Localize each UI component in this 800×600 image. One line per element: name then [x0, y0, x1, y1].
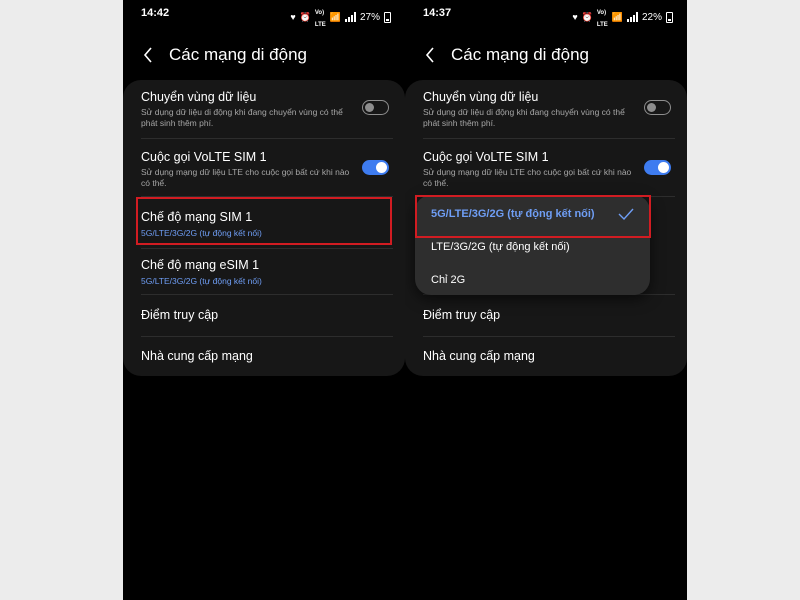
status-time: 14:37	[423, 7, 452, 19]
setting-description: Sử dụng mạng dữ liệu LTE cho cuộc gọi bấ…	[423, 167, 632, 188]
setting-description: Sử dụng dữ liệu di động khi đang chuyển …	[141, 107, 343, 128]
setting-title: Chế độ mạng eSIM 1	[141, 258, 260, 272]
volte-toggle[interactable]	[362, 160, 389, 175]
signal-icon	[344, 12, 356, 22]
setting-access-point[interactable]: Điểm truy cập	[423, 308, 675, 322]
page-title: Các mạng di động	[451, 45, 589, 64]
wifi-icon: 📶	[611, 12, 623, 22]
setting-volte-sim1[interactable]: Cuộc gọi VoLTE SIM 1 Sử dụng mạng dữ liệ…	[423, 150, 675, 189]
volte-toggle[interactable]	[644, 160, 671, 175]
setting-data-roaming[interactable]: Chuyển vùng dữ liệu Sử dụng dữ liệu di đ…	[141, 90, 393, 129]
setting-description: Sử dụng mạng dữ liệu LTE cho cuộc gọi bấ…	[141, 167, 350, 188]
volte-icon: Vo) LTE	[596, 10, 608, 28]
battery-icon	[384, 11, 391, 23]
setting-title: Nhà cung cấp mạng	[423, 349, 535, 363]
setting-title: Chuyển vùng dữ liệu	[423, 90, 539, 104]
divider	[423, 336, 675, 337]
alarm-icon: ⏰	[299, 12, 311, 22]
setting-access-point[interactable]: Điểm truy cập	[141, 308, 393, 322]
battery-icon	[666, 11, 673, 23]
data-roaming-toggle[interactable]	[644, 100, 671, 115]
setting-data-roaming[interactable]: Chuyển vùng dữ liệu Sử dụng dữ liệu di đ…	[423, 90, 675, 129]
status-time: 14:42	[141, 7, 170, 19]
app-header: Các mạng di động	[137, 42, 391, 68]
network-mode-option-lte[interactable]: LTE/3G/2G (tự động kết nối)	[431, 241, 570, 253]
status-bar: 14:42 ♥ ⏰ Vo) LTE 📶 27%	[123, 0, 405, 28]
data-roaming-toggle[interactable]	[362, 100, 389, 115]
network-mode-option-2g[interactable]: Chỉ 2G	[431, 274, 465, 286]
setting-network-operator[interactable]: Nhà cung cấp mạng	[141, 349, 393, 363]
signal-icon	[626, 12, 638, 22]
setting-title: Điểm truy cập	[423, 308, 501, 322]
setting-volte-sim1[interactable]: Cuộc gọi VoLTE SIM 1 Sử dụng mạng dữ liệ…	[141, 150, 393, 189]
highlight-box	[415, 195, 651, 238]
divider	[423, 138, 675, 139]
setting-network-mode-esim1[interactable]: Chế độ mạng eSIM 1 5G/LTE/3G/2G (tự động…	[141, 258, 393, 286]
setting-title: Cuộc gọi VoLTE SIM 1	[141, 150, 267, 164]
heart-icon: ♥	[290, 12, 296, 22]
volte-icon: Vo) LTE	[314, 10, 326, 28]
divider	[141, 138, 393, 139]
setting-description: Sử dụng dữ liệu di động khi đang chuyển …	[423, 107, 625, 128]
setting-value: 5G/LTE/3G/2G (tự động kết nối)	[141, 276, 262, 286]
app-header: Các mạng di động	[419, 42, 673, 68]
setting-title: Điểm truy cập	[141, 308, 219, 322]
wifi-icon: 📶	[329, 12, 341, 22]
alarm-icon: ⏰	[581, 12, 593, 22]
setting-network-operator[interactable]: Nhà cung cấp mạng	[423, 349, 675, 363]
setting-title: Chuyển vùng dữ liệu	[141, 90, 257, 104]
back-arrow-icon[interactable]	[137, 44, 159, 66]
battery-percent: 27%	[359, 11, 380, 23]
divider	[141, 336, 393, 337]
divider	[141, 248, 393, 249]
page-title: Các mạng di động	[169, 45, 307, 64]
setting-title: Cuộc gọi VoLTE SIM 1	[423, 150, 549, 164]
back-arrow-icon[interactable]	[419, 44, 441, 66]
battery-percent: 22%	[641, 11, 662, 23]
status-bar: 14:37 ♥ ⏰ Vo) LTE 📶 22%	[405, 0, 687, 28]
setting-title: Nhà cung cấp mạng	[141, 349, 253, 363]
phone-screen-left: 14:42 ♥ ⏰ Vo) LTE 📶 27% Các mạng di động …	[123, 0, 405, 600]
phone-screen-right: 14:37 ♥ ⏰ Vo) LTE 📶 22% Các mạng di động …	[405, 0, 687, 600]
divider	[141, 294, 393, 295]
highlight-box	[136, 197, 392, 245]
heart-icon: ♥	[572, 12, 578, 22]
